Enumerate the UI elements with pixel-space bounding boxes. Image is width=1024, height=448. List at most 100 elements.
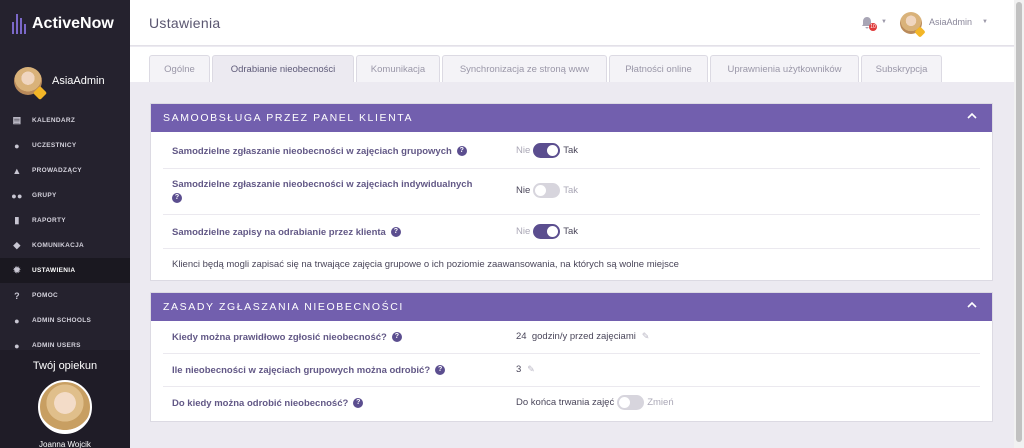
sidebar-item-label: UCZESTNICY (32, 142, 77, 149)
sidebar-item-prowadzacy[interactable]: ▲ PROWADZĄCY (0, 158, 130, 183)
setting-row: Samodzielne zapisy na odrabianie przez k… (163, 215, 980, 249)
sidebar-item-raporty[interactable]: ▮ RAPORTY (0, 208, 130, 233)
gear-icon: ✹ (13, 265, 21, 275)
logo-icon (12, 14, 26, 34)
avatar[interactable] (900, 12, 926, 38)
sidebar-item-kalendarz[interactable]: ▤ KALENDARZ (0, 108, 130, 133)
users-icon: ●● (11, 190, 23, 201)
setting-value: 3 ✎ (516, 364, 535, 375)
toggle-off-label: Nie (516, 185, 531, 196)
user-icon: ● (14, 315, 20, 326)
toggle-switch[interactable] (533, 224, 561, 239)
header-user-name[interactable]: AsiaAdmin (929, 17, 972, 27)
crown-badge-icon (914, 26, 926, 38)
setting-row: Samodzielne zgłaszanie nieobecności w za… (163, 132, 980, 169)
toggle-switch[interactable] (533, 183, 561, 198)
help-icon[interactable]: ? (456, 146, 467, 157)
page-title: Ustawienia (149, 15, 221, 31)
caretaker-title: Twój opiekun (32, 360, 98, 372)
toggle-on-label: Tak (563, 226, 579, 237)
setting-row: Do kiedy można odrobić nieobecność?? Do … (163, 387, 980, 420)
settings-tabs: Ogólne Odrabianie nieobecności Komunikac… (130, 47, 1014, 82)
sidebar-menu: ▤ KALENDARZ ● UCZESTNICY ▲ PROWADZĄCY ●● GRU… (0, 108, 130, 358)
tab-platnosci-online[interactable]: Płatności online (609, 55, 708, 82)
crown-badge-icon (32, 85, 48, 101)
chevron-up-icon[interactable] (966, 299, 978, 311)
user-icon: ● (14, 340, 20, 351)
graduation-cap-icon: ▲ (12, 165, 22, 176)
app-name: ActiveNow (32, 15, 114, 32)
help-icon[interactable]: ? (391, 332, 402, 343)
sidebar-item-label: ADMIN USERS (32, 342, 81, 349)
tab-subskrypcja[interactable]: Subskrypcja (861, 55, 942, 82)
calendar-icon: ▤ (12, 115, 22, 125)
help-icon[interactable]: ? (390, 227, 401, 238)
sidebar-item-label: USTAWIENIA (32, 267, 76, 274)
sidebar-item-pomoc[interactable]: ? POMOC (0, 283, 130, 308)
chat-icon: ◆ (13, 240, 21, 250)
tab-uprawnienia[interactable]: Uprawnienia użytkowników (710, 55, 859, 82)
setting-label-text: Do kiedy można odrobić nieobecność? (172, 398, 349, 409)
setting-label: Kiedy można prawidłowo zgłosić nieobecno… (172, 331, 402, 345)
toggle-switch[interactable] (533, 143, 561, 158)
panel-header[interactable]: ZASADY ZGŁASZANIA NIEOBECNOŚCI (151, 293, 992, 321)
toggle-on-label: Tak (563, 145, 579, 156)
sidebar-item-ustawienia[interactable]: ✹ USTAWIENIA (0, 258, 130, 283)
top-header: Ustawienia 10 ▼ AsiaAdmin ▼ (130, 0, 1014, 46)
sidebar-user[interactable]: AsiaAdmin (0, 56, 130, 106)
help-icon[interactable]: ? (172, 193, 182, 204)
chevron-down-icon[interactable]: ▼ (982, 19, 988, 25)
caretaker-box: Twój opiekun Joanna Wojcik (0, 350, 130, 448)
sidebar-item-admin-schools[interactable]: ● ADMIN SCHOOLS (0, 308, 130, 333)
sidebar-item-uczestnicy[interactable]: ● UCZESTNICY (0, 133, 130, 158)
sidebar-item-grupy[interactable]: ●● GRUPY (0, 183, 130, 208)
sidebar-item-label: KALENDARZ (32, 117, 76, 124)
sidebar-item-komunikacja[interactable]: ◆ KOMUNIKACJA (0, 233, 130, 258)
toggle-label: Zmień (647, 397, 674, 408)
toggle-knob (619, 397, 631, 408)
panel-header[interactable]: SAMOOBSŁUGA PRZEZ PANEL KLIENTA (151, 104, 992, 132)
notification-count-badge: 10 (869, 23, 877, 31)
setting-label: Samodzielne zgłaszanie nieobecności w za… (172, 178, 472, 206)
setting-label: Samodzielne zapisy na odrabianie przez k… (172, 226, 401, 240)
toggle-off-label: Nie (516, 226, 531, 237)
setting-label: Ile nieobecności w zajęciach grupowych m… (172, 364, 446, 378)
setting-value-text: 3 (516, 364, 522, 375)
tab-odrabianie-nieobecnosci[interactable]: Odrabianie nieobecności (212, 55, 354, 82)
setting-label-text: Kiedy można prawidłowo zgłosić nieobecno… (172, 332, 387, 343)
user-icon: ● (14, 140, 20, 151)
caretaker-photo (38, 380, 92, 434)
sidebar-item-label: KOMUNIKACJA (32, 242, 85, 249)
setting-value: Do końca trwania zajęć Zmień (516, 395, 674, 410)
sidebar: ActiveNow AsiaAdmin ▤ KALENDARZ ● UCZESTNI… (0, 0, 130, 448)
chevron-up-icon[interactable] (966, 110, 978, 122)
sidebar-item-label: ADMIN SCHOOLS (32, 317, 92, 324)
help-icon[interactable]: ? (435, 365, 446, 376)
setting-label: Samodzielne zgłaszanie nieobecności w za… (172, 145, 467, 159)
toggle-switch[interactable] (617, 395, 645, 410)
toggle-self-signup: Nie Tak (516, 224, 578, 239)
pencil-icon[interactable]: ✎ (642, 331, 650, 342)
help-icon[interactable]: ? (353, 398, 364, 409)
tab-ogolne[interactable]: Ogólne (149, 55, 210, 82)
setting-row: Kiedy można prawidłowo zgłosić nieobecno… (163, 321, 980, 354)
sidebar-item-label: PROWADZĄCY (32, 167, 82, 174)
sidebar-item-label: POMOC (32, 292, 59, 299)
absence-rules-panel: ZASADY ZGŁASZANIA NIEOBECNOŚCI Kiedy moż… (150, 292, 993, 422)
toggle-group-absence-individual: Nie Tak (516, 183, 578, 198)
setting-row: Ile nieobecności w zajęciach grupowych m… (163, 354, 980, 387)
panel-title: ZASADY ZGŁASZANIA NIEOBECNOŚCI (163, 301, 404, 313)
toggle-knob (547, 145, 559, 156)
tab-komunikacja[interactable]: Komunikacja (356, 55, 440, 82)
tab-synchronizacja[interactable]: Synchronizacja ze stroną www (442, 55, 607, 82)
toggle-off-label: Nie (516, 145, 531, 156)
setting-label-text: Samodzielne zgłaszanie nieobecności w za… (172, 179, 473, 190)
sidebar-item-label: RAPORTY (32, 217, 66, 224)
scrollbar-thumb[interactable] (1016, 2, 1022, 442)
toggle-knob (547, 226, 559, 237)
chevron-down-icon[interactable]: ▼ (881, 19, 887, 25)
avatar (14, 67, 48, 101)
setting-label-text: Samodzielne zgłaszanie nieobecności w za… (172, 146, 452, 157)
app-logo[interactable]: ActiveNow (0, 0, 130, 48)
pencil-icon[interactable]: ✎ (527, 364, 535, 375)
